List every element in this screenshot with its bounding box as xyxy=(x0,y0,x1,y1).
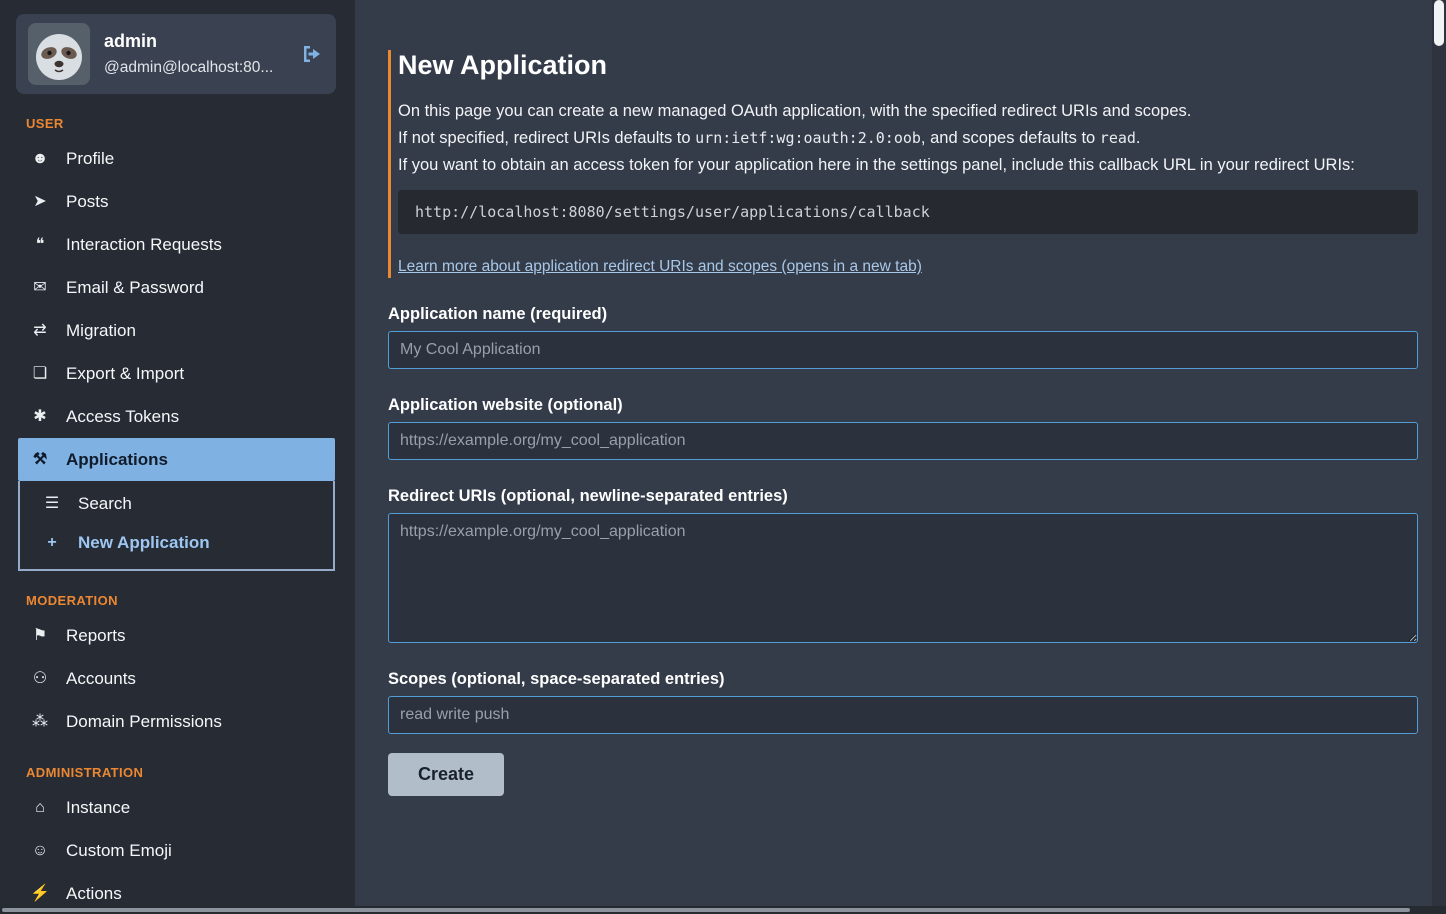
sidebar-item-access-tokens[interactable]: ✱ Access Tokens xyxy=(18,395,335,438)
inline-code-read: read xyxy=(1100,129,1136,147)
share-nodes-icon: ⁂ xyxy=(29,711,51,732)
applications-submenu: ☰ Search + New Application xyxy=(18,481,335,571)
sidebar-item-label: New Application xyxy=(78,532,210,553)
paper-plane-icon: ➤ xyxy=(29,191,51,212)
create-button[interactable]: Create xyxy=(388,753,504,796)
sidebar-item-email-password[interactable]: ✉ Email & Password xyxy=(18,266,335,309)
sidebar: admin @admin@localhost:80... USER ☻ Prof… xyxy=(0,0,355,914)
plus-icon: + xyxy=(41,532,63,553)
sidebar-item-label: Interaction Requests xyxy=(66,234,222,255)
vertical-scrollbar[interactable] xyxy=(1432,0,1446,914)
users-icon: ⚇ xyxy=(29,668,51,689)
sidebar-item-label: Actions xyxy=(66,883,122,904)
tools-icon: ⚒ xyxy=(29,449,51,470)
envelope-icon: ✉ xyxy=(29,277,51,298)
sidebar-item-label: Domain Permissions xyxy=(66,711,222,732)
sidebar-item-interaction-requests[interactable]: ❝ Interaction Requests xyxy=(18,223,335,266)
section-label-moderation: MODERATION xyxy=(26,593,355,608)
sidebar-item-label: Accounts xyxy=(66,668,136,689)
sidebar-item-label: Custom Emoji xyxy=(66,840,172,861)
horizontal-scrollbar-thumb[interactable] xyxy=(2,908,1410,912)
settings-app: admin @admin@localhost:80... USER ☻ Prof… xyxy=(0,0,1446,914)
list-icon: ☰ xyxy=(41,493,63,514)
sidebar-item-export-import[interactable]: ❏ Export & Import xyxy=(18,352,335,395)
sidebar-item-reports[interactable]: ⚑ Reports xyxy=(18,614,335,657)
sidebar-item-label: Applications xyxy=(66,449,168,470)
application-website-input[interactable] xyxy=(388,422,1418,460)
sidebar-item-domain-permissions[interactable]: ⁂ Domain Permissions xyxy=(18,700,335,743)
sidebar-item-profile[interactable]: ☻ Profile xyxy=(18,137,335,180)
intro-line-2: If not specified, redirect URIs defaults… xyxy=(398,126,1418,150)
file-icon: ❏ xyxy=(29,363,51,384)
intro-line-3: If you want to obtain an access token fo… xyxy=(398,153,1418,177)
application-name-label: Application name (required) xyxy=(388,305,1418,324)
redirect-uris-label: Redirect URIs (optional, newline-separat… xyxy=(388,487,1418,506)
sidebar-item-label: Search xyxy=(78,493,132,514)
learn-more-link[interactable]: Learn more about application redirect UR… xyxy=(398,258,922,276)
sidebar-item-instance[interactable]: ⌂ Instance xyxy=(18,786,335,829)
page-intro: New Application On this page you can cre… xyxy=(388,50,1418,278)
inline-code-oob: urn:ietf:wg:oauth:2.0:oob xyxy=(695,129,921,147)
user-card[interactable]: admin @admin@localhost:80... xyxy=(16,14,336,94)
bolt-icon: ⚡ xyxy=(29,883,51,904)
intro-line-1: On this page you can create a new manage… xyxy=(398,99,1418,123)
callback-url-code-block: http://localhost:8080/settings/user/appl… xyxy=(398,190,1418,234)
application-website-label: Application website (optional) xyxy=(388,396,1418,415)
sidebar-item-label: Posts xyxy=(66,191,109,212)
user-icon: ☻ xyxy=(29,148,51,169)
section-label-administration: ADMINISTRATION xyxy=(26,765,355,780)
avatar xyxy=(28,23,90,85)
new-application-form: Application name (required) Application … xyxy=(388,305,1418,796)
sidebar-item-search[interactable]: ☰ Search xyxy=(20,484,333,523)
exchange-arrows-icon: ⇄ xyxy=(29,320,51,341)
scopes-label: Scopes (optional, space-separated entrie… xyxy=(388,670,1418,689)
sidebar-item-label: Export & Import xyxy=(66,363,184,384)
sidebar-item-label: Email & Password xyxy=(66,277,204,298)
sidebar-item-migration[interactable]: ⇄ Migration xyxy=(18,309,335,352)
user-name: admin xyxy=(104,31,284,52)
comment-icon: ❝ xyxy=(29,234,51,255)
user-info: admin @admin@localhost:80... xyxy=(104,31,284,77)
sidebar-item-label: Instance xyxy=(66,797,130,818)
sidebar-item-custom-emoji[interactable]: ☺ Custom Emoji xyxy=(18,829,335,872)
smiley-icon: ☺ xyxy=(29,840,51,861)
vertical-scrollbar-thumb[interactable] xyxy=(1434,0,1444,46)
user-handle: @admin@localhost:80... xyxy=(104,59,284,77)
page-title: New Application xyxy=(398,50,1418,81)
redirect-uris-textarea[interactable] xyxy=(388,513,1418,643)
sidebar-item-accounts[interactable]: ⚇ Accounts xyxy=(18,657,335,700)
sidebar-item-label: Reports xyxy=(66,625,126,646)
main-panel: New Application On this page you can cre… xyxy=(355,0,1446,914)
scopes-input[interactable] xyxy=(388,696,1418,734)
sidebar-item-applications[interactable]: ⚒ Applications xyxy=(18,438,335,481)
certificate-icon: ✱ xyxy=(29,406,51,427)
sidebar-item-posts[interactable]: ➤ Posts xyxy=(18,180,335,223)
sidebar-item-new-application[interactable]: + New Application xyxy=(20,523,333,562)
application-name-input[interactable] xyxy=(388,331,1418,369)
sloth-avatar-image xyxy=(28,23,90,85)
logout-icon[interactable] xyxy=(298,42,324,66)
sidebar-item-label: Migration xyxy=(66,320,136,341)
section-label-user: USER xyxy=(26,116,355,131)
horizontal-scrollbar[interactable] xyxy=(0,906,1446,914)
sidebar-item-label: Access Tokens xyxy=(66,406,179,427)
sitemap-icon: ⌂ xyxy=(29,797,51,818)
flag-icon: ⚑ xyxy=(29,625,51,646)
sidebar-item-label: Profile xyxy=(66,148,114,169)
